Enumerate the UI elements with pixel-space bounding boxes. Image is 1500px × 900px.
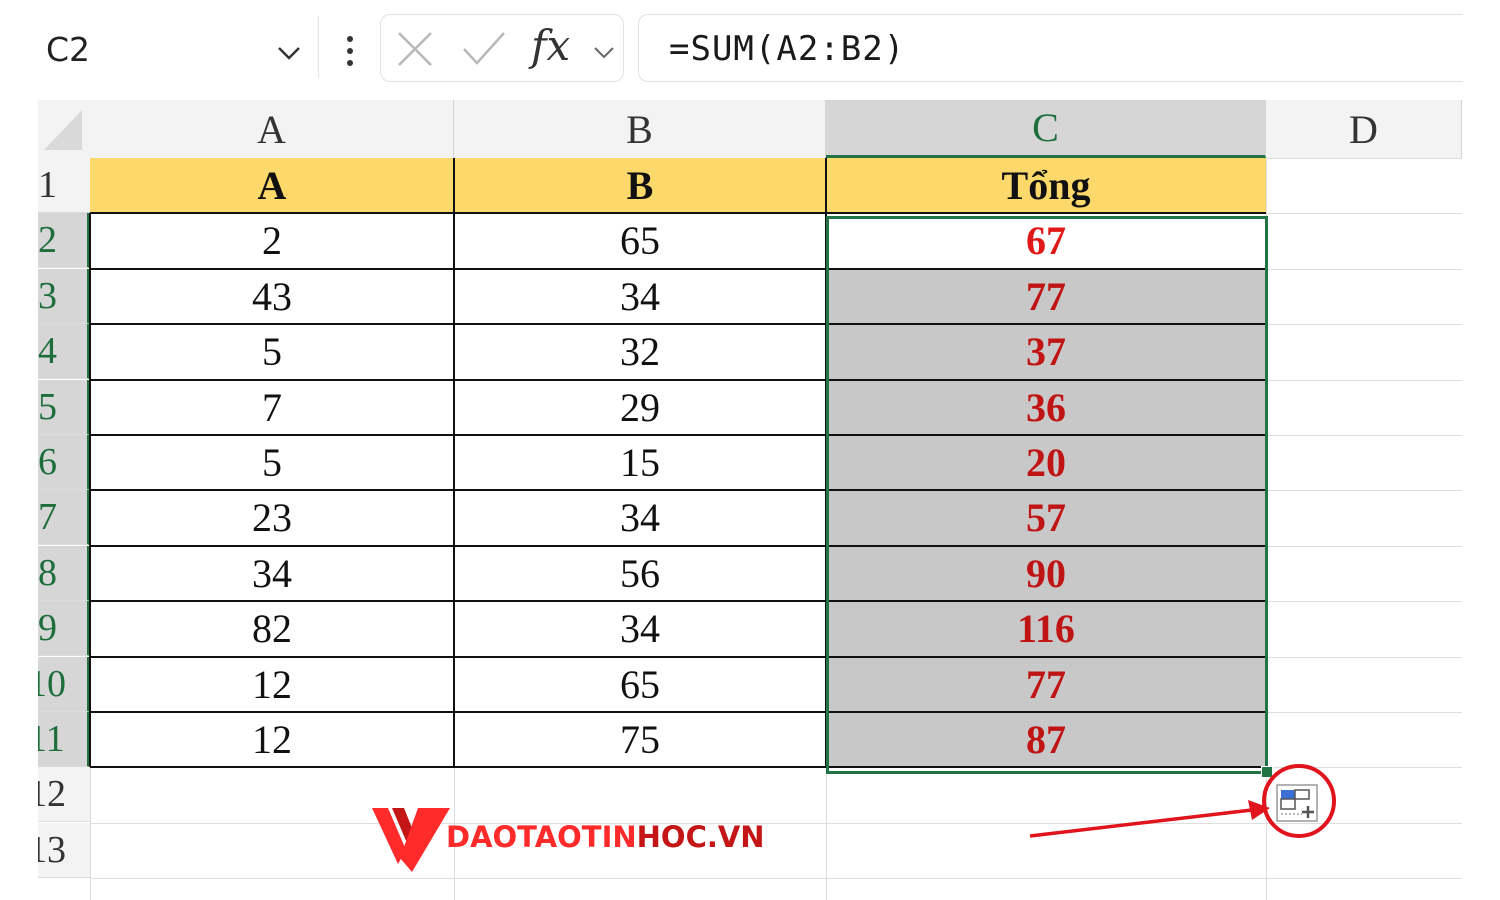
table-border xyxy=(90,711,1266,713)
header-cell-b[interactable]: B xyxy=(454,158,826,213)
sum-cell[interactable]: 67 xyxy=(826,213,1266,268)
data-cell[interactable]: 65 xyxy=(454,657,826,712)
row-header-9[interactable]: 9 xyxy=(38,601,90,656)
sum-cell[interactable]: 77 xyxy=(826,657,1266,712)
sum-cell[interactable]: 36 xyxy=(826,380,1266,435)
sum-cell[interactable]: 90 xyxy=(826,546,1266,601)
table-border xyxy=(825,158,827,767)
data-cell[interactable]: 34 xyxy=(90,546,454,601)
data-cell[interactable]: 23 xyxy=(90,490,454,545)
sum-cell[interactable]: 87 xyxy=(826,712,1266,767)
table-border xyxy=(90,545,1266,547)
table-border xyxy=(90,268,1266,270)
data-cell[interactable]: 75 xyxy=(454,712,826,767)
row-header-11[interactable]: 11 xyxy=(38,712,90,767)
logo-text: DAOTAOTINHOC.VN xyxy=(446,820,765,854)
data-cell[interactable]: 34 xyxy=(454,269,826,324)
data-cell[interactable]: 34 xyxy=(454,490,826,545)
row-header-13[interactable]: 13 xyxy=(38,823,90,878)
data-cell[interactable]: 2 xyxy=(90,213,454,268)
header-cell-c[interactable]: Tổng xyxy=(826,158,1266,213)
column-header-c[interactable]: C xyxy=(826,100,1266,158)
data-cell[interactable]: 34 xyxy=(454,601,826,656)
row-header-6[interactable]: 6 xyxy=(38,435,90,490)
select-all-triangle-icon xyxy=(44,110,82,150)
table-border xyxy=(90,766,1266,768)
row-header-3[interactable]: 3 xyxy=(38,269,90,324)
annotation-arrow xyxy=(1029,800,1270,838)
table-border xyxy=(90,323,1266,325)
row-header-7[interactable]: 7 xyxy=(38,490,90,545)
row-header-5[interactable]: 5 xyxy=(38,380,90,435)
gridline xyxy=(90,878,1462,879)
header-cell-a[interactable]: A xyxy=(90,158,454,213)
data-cell[interactable]: 43 xyxy=(90,269,454,324)
row-header-1[interactable]: 1 xyxy=(38,158,90,213)
data-cell[interactable]: 15 xyxy=(454,435,826,490)
row-header-2[interactable]: 2 xyxy=(38,213,90,268)
logo: DAOTAOTINHOC.VN xyxy=(370,804,790,876)
row-header-4[interactable]: 4 xyxy=(38,324,90,379)
sum-cell[interactable]: 77 xyxy=(826,269,1266,324)
table-border xyxy=(90,656,1266,658)
column-header-d[interactable]: D xyxy=(1266,100,1462,158)
data-cell[interactable]: 56 xyxy=(454,546,826,601)
table-border xyxy=(90,379,1266,381)
data-cell[interactable]: 12 xyxy=(90,712,454,767)
row-header-10[interactable]: 10 xyxy=(38,657,90,712)
column-header-a[interactable]: A xyxy=(90,100,454,158)
row-header-8[interactable]: 8 xyxy=(38,546,90,601)
sum-cell[interactable]: 20 xyxy=(826,435,1266,490)
data-cell[interactable]: 82 xyxy=(90,601,454,656)
data-cell[interactable]: 32 xyxy=(454,324,826,379)
data-cell[interactable]: 5 xyxy=(90,435,454,490)
data-cell[interactable]: 65 xyxy=(454,213,826,268)
table-border xyxy=(453,158,455,767)
logo-mark-icon xyxy=(372,808,450,872)
data-cell[interactable]: 12 xyxy=(90,657,454,712)
data-cell[interactable]: 29 xyxy=(454,380,826,435)
data-cell[interactable]: 5 xyxy=(90,324,454,379)
sum-cell[interactable]: 57 xyxy=(826,490,1266,545)
row-header-12[interactable]: 12 xyxy=(38,767,90,822)
table-border xyxy=(90,212,1266,214)
data-cell[interactable]: 7 xyxy=(90,380,454,435)
column-header-b[interactable]: B xyxy=(454,100,826,158)
sum-cell[interactable]: 116 xyxy=(826,601,1266,656)
table-border xyxy=(90,600,1266,602)
sum-cell[interactable]: 37 xyxy=(826,324,1266,379)
table-border xyxy=(90,434,1266,436)
table-border xyxy=(89,213,91,768)
spreadsheet-grid: ABCD12345678910111213ABTổng2656743347753… xyxy=(0,0,1500,900)
table-border xyxy=(90,489,1266,491)
